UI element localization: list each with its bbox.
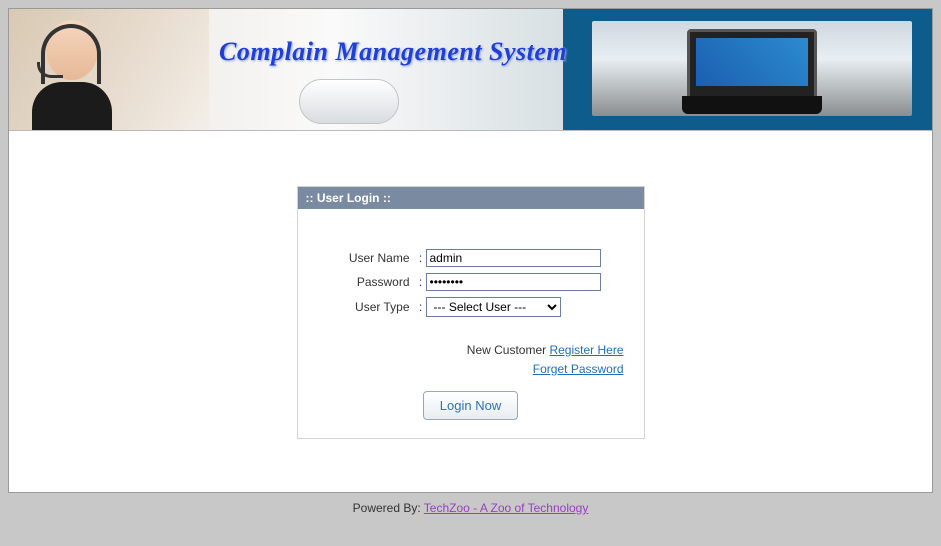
usertype-label: User Type — [316, 300, 416, 314]
footer: Powered By: TechZoo - A Zoo of Technolog… — [0, 501, 941, 515]
register-link[interactable]: Register Here — [549, 343, 623, 357]
footer-prefix: Powered By: — [353, 501, 424, 515]
banner-right-panel — [572, 9, 932, 130]
header-banner: Complain Management System — [9, 9, 932, 131]
headset-person-image — [27, 20, 117, 130]
forget-password-link[interactable]: Forget Password — [533, 362, 624, 376]
login-header: :: User Login :: — [298, 187, 644, 209]
footer-link[interactable]: TechZoo - A Zoo of Technology — [424, 501, 589, 515]
login-button[interactable]: Login Now — [423, 391, 518, 420]
colon: : — [416, 300, 426, 314]
username-label: User Name — [316, 251, 416, 265]
usertype-select[interactable]: --- Select User --- — [426, 297, 561, 317]
username-input[interactable] — [426, 249, 601, 267]
colon: : — [416, 275, 426, 289]
colon: : — [416, 251, 426, 265]
laptop-image — [687, 29, 817, 109]
password-label: Password — [316, 275, 416, 289]
mouse-image — [299, 79, 399, 124]
banner-left-image — [9, 9, 209, 130]
page-title: Complain Management System — [219, 37, 567, 67]
password-input[interactable] — [426, 273, 601, 291]
new-customer-text: New Customer — [467, 343, 550, 357]
login-panel: :: User Login :: User Name : Password : — [297, 186, 645, 439]
